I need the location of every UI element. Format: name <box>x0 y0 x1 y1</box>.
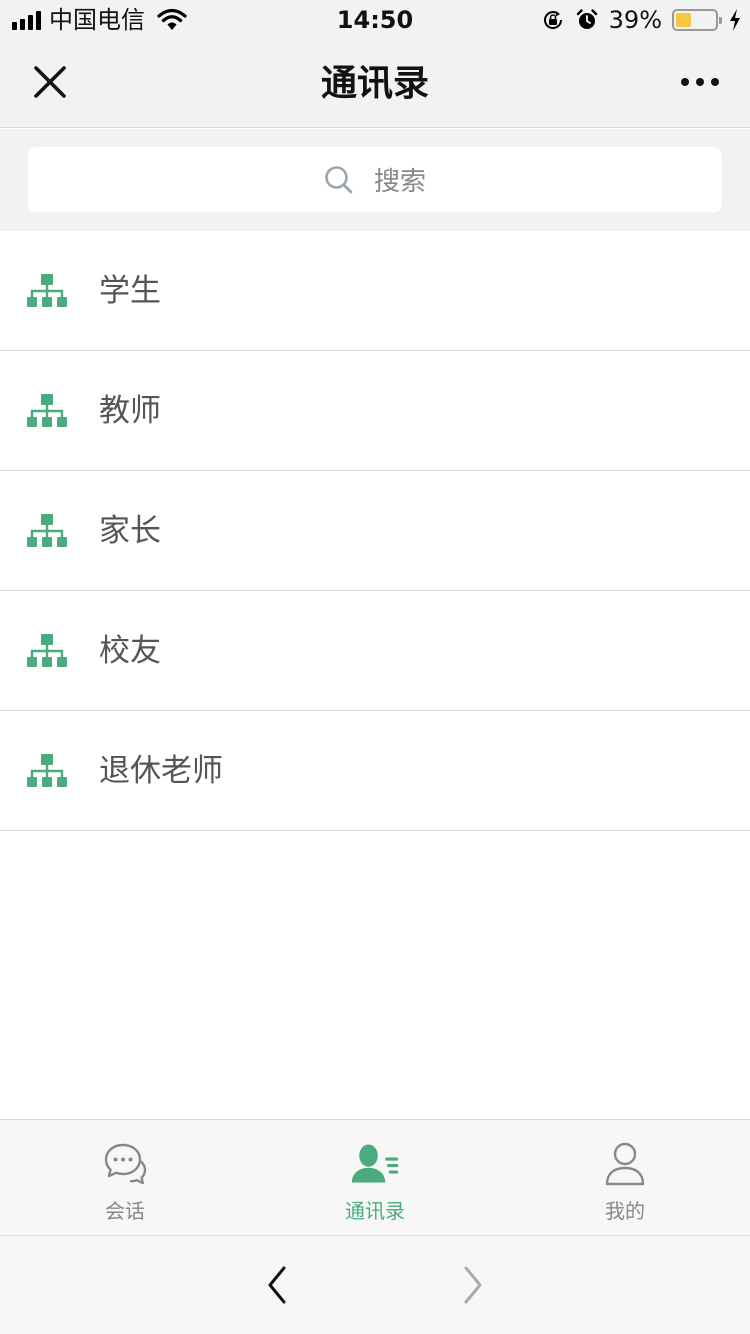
org-chart-icon <box>27 754 67 789</box>
forward-button[interactable] <box>448 1260 498 1310</box>
contact-group-item[interactable]: 校友 <box>0 591 750 711</box>
alarm-icon <box>576 9 597 29</box>
battery-percent: 39% <box>608 6 662 34</box>
tab-contacts-label: 通讯录 <box>345 1199 405 1223</box>
chat-icon <box>100 1140 150 1188</box>
contact-group-list: 学生教师家长校友退休老师 <box>0 231 750 831</box>
tab-chat-label: 会话 <box>105 1199 145 1223</box>
search-icon <box>325 165 353 193</box>
nav-bar: 通讯录 <box>0 40 750 128</box>
org-chart-icon <box>27 394 67 429</box>
more-icon <box>681 78 689 86</box>
contact-group-label: 退休老师 <box>99 752 223 789</box>
contacts-icon <box>350 1140 400 1188</box>
search-area: 搜索 <box>0 129 750 231</box>
tab-contacts[interactable]: 通讯录 <box>250 1120 500 1236</box>
page: 中国电信 14:50 39% 通讯录 搜索 学生 教师 家长 校友 退休老师 会… <box>0 0 750 1334</box>
more-button[interactable] <box>672 54 728 110</box>
battery-icon <box>672 9 722 31</box>
org-chart-icon <box>27 274 67 309</box>
contact-group-label: 校友 <box>99 632 161 669</box>
contact-group-item[interactable]: 退休老师 <box>0 711 750 831</box>
chevron-right-icon <box>464 1266 482 1304</box>
page-title: 通讯录 <box>320 63 429 104</box>
profile-icon <box>600 1140 650 1188</box>
org-chart-icon <box>27 514 67 549</box>
charging-icon <box>730 9 740 31</box>
tab-profile-label: 我的 <box>605 1199 645 1223</box>
status-bar: 中国电信 14:50 39% <box>0 0 750 40</box>
signal-icon <box>12 10 41 30</box>
close-icon <box>34 66 66 98</box>
contact-group-item[interactable]: 家长 <box>0 471 750 591</box>
tab-chat[interactable]: 会话 <box>0 1120 250 1236</box>
close-button[interactable] <box>22 54 78 110</box>
carrier-name: 中国电信 <box>49 6 145 34</box>
search-input[interactable]: 搜索 <box>28 147 722 212</box>
contact-group-item[interactable]: 学生 <box>0 231 750 351</box>
back-button[interactable] <box>252 1260 302 1310</box>
rotation-lock-icon <box>543 11 562 29</box>
tab-bar: 会话 通讯录 我的 <box>0 1119 750 1236</box>
wifi-icon <box>157 8 187 30</box>
search-placeholder: 搜索 <box>373 167 426 197</box>
contact-group-item[interactable]: 教师 <box>0 351 750 471</box>
contact-group-label: 家长 <box>99 512 161 549</box>
contact-group-label: 教师 <box>99 392 161 429</box>
org-chart-icon <box>27 634 67 669</box>
contact-group-label: 学生 <box>99 272 161 309</box>
browser-toolbar <box>0 1236 750 1334</box>
tab-profile[interactable]: 我的 <box>500 1120 750 1236</box>
chevron-left-icon <box>268 1266 286 1304</box>
